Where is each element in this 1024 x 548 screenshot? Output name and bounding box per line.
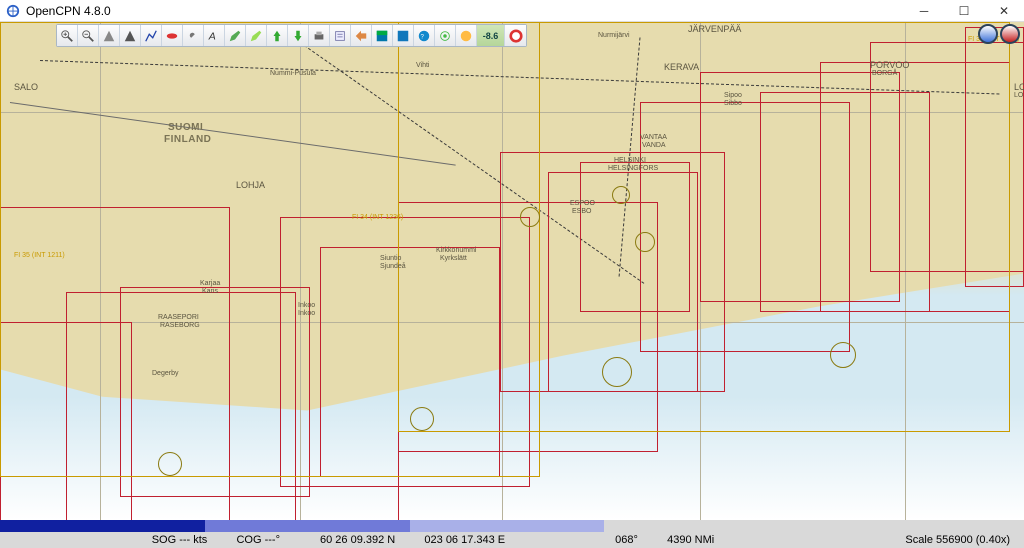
toolbar: A ? -8.6 bbox=[56, 24, 527, 47]
wrench-icon[interactable] bbox=[183, 25, 204, 46]
track-icon[interactable] bbox=[141, 25, 162, 46]
ship-icon[interactable] bbox=[162, 25, 183, 46]
waypoint-marker[interactable] bbox=[612, 186, 630, 204]
route-icon[interactable] bbox=[120, 25, 141, 46]
zoom-in-icon[interactable] bbox=[57, 25, 78, 46]
chart-segment-3[interactable] bbox=[410, 520, 605, 532]
chart-viewport[interactable]: SUOMI FINLAND SALO Nummi-Pusula Vihti LO… bbox=[0, 22, 1024, 520]
chart-outline[interactable] bbox=[398, 22, 1010, 432]
waypoint-marker[interactable] bbox=[158, 452, 182, 476]
maximize-button[interactable]: ☐ bbox=[944, 0, 984, 22]
svg-text:A: A bbox=[208, 30, 216, 42]
highlight-icon[interactable] bbox=[246, 25, 267, 46]
chart-selector-bar[interactable] bbox=[0, 520, 1024, 532]
upload-icon[interactable] bbox=[267, 25, 288, 46]
rng-readout: 4390 NMi bbox=[657, 534, 724, 546]
sog-readout: SOG --- kts bbox=[142, 534, 218, 546]
minimize-button[interactable]: ─ bbox=[904, 0, 944, 22]
chart-segment-1[interactable] bbox=[0, 520, 205, 532]
depth-readout: -8.6 bbox=[477, 25, 505, 46]
window-controls: ─ ☐ ✕ bbox=[904, 0, 1024, 22]
waypoint-marker[interactable] bbox=[830, 342, 856, 368]
scale-readout: Scale 556900 (0.40x) bbox=[895, 534, 1024, 546]
waypoint-marker[interactable] bbox=[520, 207, 540, 227]
color-icon[interactable] bbox=[372, 25, 393, 46]
notes-icon[interactable] bbox=[330, 25, 351, 46]
waypoint-marker[interactable] bbox=[410, 407, 434, 431]
pencil-icon[interactable] bbox=[225, 25, 246, 46]
download-icon[interactable] bbox=[288, 25, 309, 46]
waypoint-marker[interactable] bbox=[602, 357, 632, 387]
window-title: OpenCPN 4.8.0 bbox=[26, 4, 111, 18]
titlebar: OpenCPN 4.8.0 ─ ☐ ✕ bbox=[0, 0, 1024, 22]
chart-segment-2[interactable] bbox=[205, 520, 410, 532]
lifebuoy-icon[interactable] bbox=[505, 25, 526, 46]
status-text-row: SOG --- kts COG ---° 60 26 09.392 N 023 … bbox=[0, 532, 1024, 548]
ais-icon[interactable]: ? bbox=[414, 25, 435, 46]
target-icon[interactable] bbox=[435, 25, 456, 46]
zoom-out-icon[interactable] bbox=[78, 25, 99, 46]
select-icon[interactable] bbox=[351, 25, 372, 46]
gps-status-icon[interactable] bbox=[978, 24, 998, 44]
mode-indicator bbox=[976, 24, 1020, 44]
lat-readout: 60 26 09.392 N bbox=[310, 534, 405, 546]
tide-icon[interactable] bbox=[456, 25, 477, 46]
brg-readout: 068° bbox=[605, 534, 648, 546]
lon-readout: 023 06 17.343 E bbox=[414, 534, 515, 546]
close-button[interactable]: ✕ bbox=[984, 0, 1024, 22]
text-icon[interactable]: A bbox=[204, 25, 225, 46]
svg-text:?: ? bbox=[421, 33, 425, 40]
panel-icon[interactable] bbox=[393, 25, 414, 46]
waypoint-marker[interactable] bbox=[635, 232, 655, 252]
app-icon bbox=[6, 4, 20, 18]
cog-readout: COG ---° bbox=[226, 534, 290, 546]
ais-status-icon[interactable] bbox=[1000, 24, 1020, 44]
scale-chart-icon[interactable] bbox=[99, 25, 120, 46]
statusbar: SOG --- kts COG ---° 60 26 09.392 N 023 … bbox=[0, 520, 1024, 548]
depth-value: -8.6 bbox=[483, 31, 499, 41]
print-icon[interactable] bbox=[309, 25, 330, 46]
